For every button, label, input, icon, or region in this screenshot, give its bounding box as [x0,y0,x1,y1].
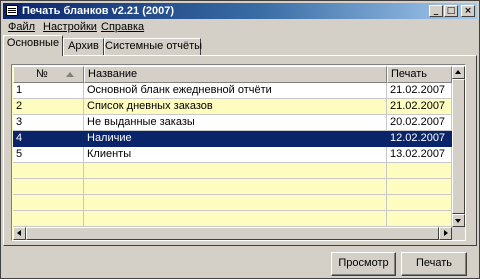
menu-help[interactable]: Справка [101,20,144,34]
horizontal-scrollbar[interactable] [13,227,452,240]
column-header-print[interactable]: Печать [387,66,452,83]
app-icon[interactable] [6,5,18,16]
column-print-label: Печать [391,68,428,80]
tab-archive-label: Архив [68,40,99,52]
empty-cell [13,163,84,179]
row-print-date: 13.02.2007 [387,147,452,163]
arrow-right-icon [444,230,448,236]
table-row[interactable]: 3 Не выданные заказы 20.02.2007 [13,115,452,131]
empty-cell [84,179,387,195]
arrow-up-icon [455,70,461,74]
row-name: Не выданные заказы [84,115,387,131]
table-row[interactable]: 2 Список дневных заказов 21.02.2007 [13,99,452,115]
table-row[interactable]: 5 Клиенты 13.02.2007 [13,147,452,163]
empty-cell [84,163,387,179]
row-print-date: 21.02.2007 [387,83,452,99]
empty-row [13,179,452,195]
empty-cell [387,163,452,179]
empty-cell [13,195,84,211]
vertical-scroll-thumb[interactable] [452,79,465,214]
menu-settings-label: Настройки [43,21,97,33]
scroll-up-button[interactable] [452,66,465,79]
row-name: Основной бланк ежедневной отчёти [84,83,387,99]
row-print-date: 20.02.2007 [387,115,452,131]
table-row[interactable]: 1 Основной бланк ежедневной отчёти 21.02… [13,83,452,99]
close-button[interactable]: × [461,5,475,17]
empty-cell [84,195,387,211]
empty-cell [387,179,452,195]
row-name: Наличие [84,131,387,147]
empty-row [13,195,452,211]
row-number: 3 [13,115,84,131]
row-number: 2 [13,99,84,115]
scroll-left-button[interactable] [13,227,26,240]
scroll-right-button[interactable] [439,227,452,240]
maximize-button[interactable]: □ [444,5,458,17]
scrollbar-corner [452,227,465,240]
tab-main-label: Основные [6,37,60,49]
table-row-selected[interactable]: 4 Наличие 12.02.2007 [13,131,452,147]
print-button[interactable]: Печать [401,252,467,276]
grid-header: № Название Печать [13,66,452,83]
main-window: Печать бланков v2.21 (2007) _ □ × Файл Н… [0,0,480,279]
empty-row [13,163,452,179]
vertical-scrollbar[interactable] [452,66,465,227]
tab-system-reports-label: Системные отчёты [105,40,203,52]
row-number: 1 [13,83,84,99]
minimize-button[interactable]: _ [429,5,443,17]
grid-body: № Название Печать 1 Основной бланк ежедн… [13,66,452,227]
menu-help-label: Справка [101,21,145,33]
column-number-label: № [36,68,48,80]
empty-cell [84,211,387,227]
empty-cell [387,211,452,227]
menu-file-label: Файл [8,21,36,33]
title-bar[interactable]: Печать бланков v2.21 (2007) _ □ × [3,3,477,19]
empty-cell [13,211,84,227]
row-name: Клиенты [84,147,387,163]
reports-grid[interactable]: № Название Печать 1 Основной бланк ежедн… [11,64,466,241]
scroll-down-button[interactable] [452,214,465,227]
tab-archive[interactable]: Архив [63,38,104,56]
empty-cell [387,195,452,211]
arrow-down-icon [455,219,461,223]
arrow-left-icon [17,230,21,236]
tab-main[interactable]: Основные [3,35,63,56]
window-title: Печать бланков v2.21 (2007) [22,5,175,17]
row-print-date: 12.02.2007 [387,131,452,147]
column-header-number[interactable]: № [13,66,84,83]
horizontal-scroll-thumb[interactable] [26,227,439,240]
menu-bar: Файл Настройки Справка [3,19,477,35]
menu-settings[interactable]: Настройки [43,20,97,34]
row-print-date: 21.02.2007 [387,99,452,115]
column-header-name[interactable]: Название [84,66,387,83]
row-name: Список дневных заказов [84,99,387,115]
column-name-label: Название [88,68,138,80]
row-number: 4 [13,131,84,147]
empty-cell [13,179,84,195]
sort-ascending-icon [66,72,74,77]
tab-system-reports[interactable]: Системные отчёты [104,38,203,56]
preview-button[interactable]: Просмотр [331,252,396,276]
empty-row [13,211,452,227]
menu-file[interactable]: Файл [8,20,35,34]
row-number: 5 [13,147,84,163]
